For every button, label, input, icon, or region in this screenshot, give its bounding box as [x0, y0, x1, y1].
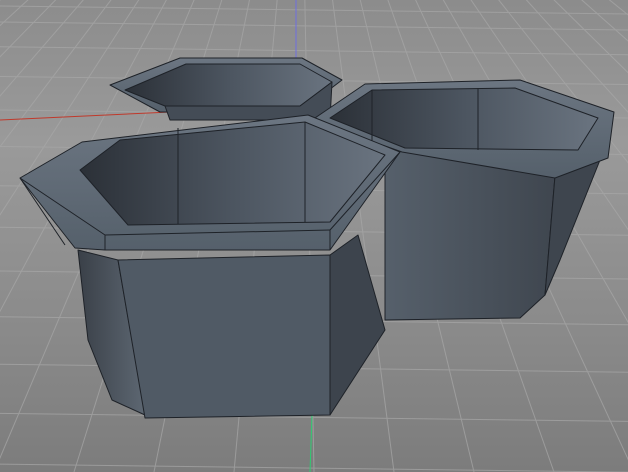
grid-line — [0, 21, 628, 31]
3d-viewport[interactable] — [0, 0, 628, 472]
z-axis-line — [309, 414, 313, 472]
grid-line — [0, 0, 15, 472]
grid-line — [607, 0, 628, 472]
grid-line — [0, 0, 63, 472]
hex-cup-back[interactable] — [109, 57, 343, 121]
grid-line — [0, 46, 628, 56]
grid-line — [591, 0, 628, 472]
hex-cup-front[interactable] — [19, 114, 401, 419]
grid-line — [0, 0, 31, 472]
grid-line — [0, 5, 628, 15]
grid-line — [623, 0, 628, 472]
viewport-canvas[interactable] — [0, 0, 628, 472]
